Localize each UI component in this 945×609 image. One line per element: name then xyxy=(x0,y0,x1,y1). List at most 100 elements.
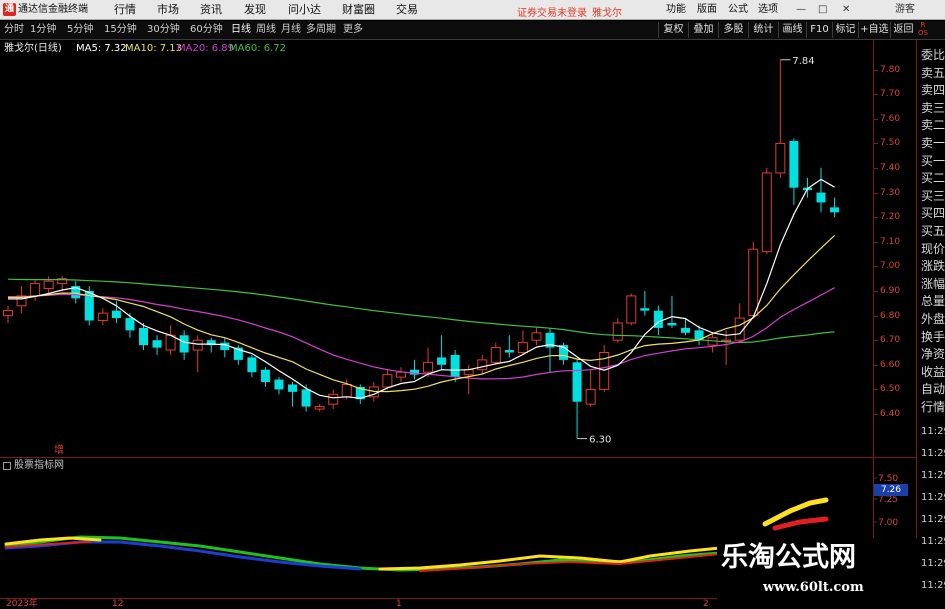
candle-body xyxy=(450,354,460,378)
candle-body xyxy=(382,374,393,388)
tab-daily[interactable]: 日线 xyxy=(231,23,251,37)
price-tick-6: 7.20 xyxy=(880,212,901,223)
close-icon[interactable]: ✕ xyxy=(842,3,850,17)
ma10-line xyxy=(8,234,836,393)
adjust-button[interactable]: 复权 xyxy=(658,22,688,38)
increase-marker: 增 xyxy=(54,445,64,456)
candle-body xyxy=(152,340,162,348)
ma5-legend: MA5: 7.32 xyxy=(76,43,127,54)
candle-body xyxy=(301,389,311,407)
price-tick-mark-12 xyxy=(874,364,878,366)
tab-more[interactable]: 更多 xyxy=(343,23,363,37)
price-tick-mark-11 xyxy=(874,340,878,342)
tab-60min[interactable]: 60分钟 xyxy=(190,23,223,37)
candle-body xyxy=(3,310,13,317)
price-tick-9: 6.90 xyxy=(880,286,901,296)
price-tick-mark-0 xyxy=(874,69,878,71)
candle-body xyxy=(612,322,623,341)
maximize-icon[interactable]: □ xyxy=(818,3,827,17)
tab-15min[interactable]: 15分钟 xyxy=(104,23,137,37)
price-tick-5: 7.30 xyxy=(880,187,901,198)
right-top-r: R xyxy=(920,21,926,29)
menu-item-news[interactable]: 资讯 xyxy=(200,3,222,17)
candle-body xyxy=(761,172,772,253)
candle-body xyxy=(585,388,596,405)
price-tick-14: 6.40 xyxy=(880,409,901,419)
menu-item-fortune[interactable]: 财富圈 xyxy=(342,3,375,17)
candle-body xyxy=(463,369,474,376)
tab-weekly[interactable]: 周线 xyxy=(256,23,276,37)
menu-item-quotes[interactable]: 行情 xyxy=(114,3,136,17)
price-tick-11: 6.70 xyxy=(880,335,901,346)
price-tick-mark-4 xyxy=(874,168,878,169)
statistics-button[interactable]: 统计 xyxy=(748,22,778,38)
multi-stock-button[interactable]: 多股 xyxy=(718,22,748,38)
quote-label-20: 行情 xyxy=(921,400,945,414)
menu-formula[interactable]: 公式 xyxy=(728,3,748,17)
trade-time-5: 11:29 xyxy=(921,536,945,547)
candle-body xyxy=(775,142,786,174)
tab-timeshare[interactable]: 分时 xyxy=(4,23,24,37)
ma5-line xyxy=(8,178,835,399)
app-logo-icon: 通 xyxy=(3,3,16,16)
menu-item-market[interactable]: 市场 xyxy=(157,3,179,17)
candle-body xyxy=(477,359,488,371)
candle-body xyxy=(139,327,148,346)
back-button[interactable]: 返回 xyxy=(890,22,916,38)
tab-multi-period[interactable]: 多周期 xyxy=(306,23,336,37)
quote-label-8: 买三 xyxy=(921,188,945,203)
candle-body xyxy=(30,283,41,297)
candle-body xyxy=(341,383,352,398)
candle-body xyxy=(247,357,257,373)
candle-body xyxy=(789,140,799,188)
candle-body xyxy=(260,369,270,383)
quote-label-19: 自动 xyxy=(921,382,945,397)
menu-item-trade[interactable]: 交易 xyxy=(396,3,418,17)
x-label-dec: 12 xyxy=(112,599,124,609)
stock-title: 雅戈尔(日线) xyxy=(4,43,62,54)
candle-body xyxy=(179,335,189,353)
candle-body xyxy=(328,393,339,405)
quote-label-14: 总量 xyxy=(921,294,945,309)
price-tick-mark-2 xyxy=(874,118,878,120)
trade-time-6: 11:29 xyxy=(921,558,945,569)
kline-chart[interactable]: 7.84 6.30 xyxy=(0,40,873,457)
f10-button[interactable]: F10 xyxy=(806,22,832,38)
ma20-legend: MA20: 6.89 xyxy=(177,43,235,54)
tab-monthly[interactable]: 月线 xyxy=(281,23,301,37)
draw-line-button[interactable]: 画线 xyxy=(778,22,806,38)
quote-label-13: 涨幅 xyxy=(921,276,945,291)
menu-item-ask[interactable]: 问小达 xyxy=(288,3,321,17)
menu-item-discover[interactable]: 发现 xyxy=(244,3,266,17)
ma20-line xyxy=(8,287,835,380)
tab-1min[interactable]: 1分钟 xyxy=(30,23,56,37)
candle-body xyxy=(43,280,54,290)
trade-time-2: 11:29 xyxy=(921,470,945,481)
right-top-mark: R OS xyxy=(918,21,928,37)
price-tick-1: 7.70 xyxy=(880,89,901,100)
candle-body xyxy=(681,327,690,333)
guest-label[interactable]: 游客 xyxy=(895,3,915,17)
minimize-icon[interactable]: — xyxy=(796,3,806,17)
price-tick-mark-10 xyxy=(874,315,878,317)
trade-time-4: 11:29 xyxy=(921,514,945,525)
candle-body xyxy=(572,362,582,402)
price-tick-2: 7.60 xyxy=(880,113,901,124)
add-favorite-button[interactable]: +自选 xyxy=(858,22,890,38)
menu-layout[interactable]: 版面 xyxy=(697,3,717,17)
mark-button[interactable]: 标记 xyxy=(832,22,858,38)
menu-options[interactable]: 选项 xyxy=(758,3,778,17)
price-tick-7: 7.10 xyxy=(880,236,901,247)
candle-body xyxy=(830,207,840,213)
candle-body xyxy=(97,312,108,322)
price-tick-4: 7.40 xyxy=(880,163,901,173)
trade-time-1: 11:29 xyxy=(921,448,945,459)
overlay-button[interactable]: 叠加 xyxy=(688,22,718,38)
x-label-jan: 1 xyxy=(396,599,402,609)
tab-5min[interactable]: 5分钟 xyxy=(67,23,93,37)
x-label-feb: 2 xyxy=(703,599,709,609)
indicator-blue-band xyxy=(4,540,362,571)
login-prompt[interactable]: 证券交易未登录 xyxy=(517,4,587,19)
tab-30min[interactable]: 30分钟 xyxy=(147,23,180,37)
menu-function[interactable]: 功能 xyxy=(666,3,686,17)
